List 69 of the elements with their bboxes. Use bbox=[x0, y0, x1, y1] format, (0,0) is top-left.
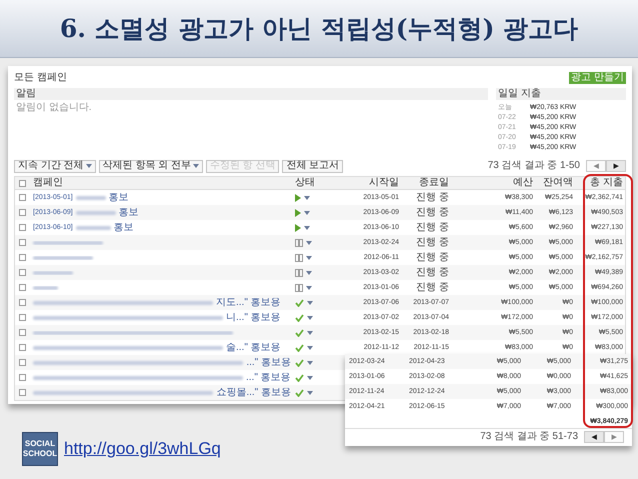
row-checkbox[interactable] bbox=[19, 209, 26, 216]
toolbar-button[interactable]: 전체 보고서 bbox=[282, 160, 344, 172]
section-header: 일일 지출 bbox=[496, 88, 626, 100]
caret-icon bbox=[192, 164, 199, 168]
row-checkbox[interactable] bbox=[19, 194, 26, 201]
table-cell-text: 진행 중 bbox=[415, 192, 450, 202]
caret-icon bbox=[307, 316, 313, 320]
table-cell-text: 진행 중 bbox=[415, 238, 450, 248]
blurred-text bbox=[76, 226, 111, 230]
blurred-text bbox=[33, 240, 103, 244]
table-cell-text: 진행 중 bbox=[415, 208, 450, 218]
row-checkbox[interactable] bbox=[19, 329, 26, 336]
pause-icon bbox=[295, 254, 303, 262]
table-cell-text: 진행 중 bbox=[415, 282, 450, 292]
row-checkbox[interactable] bbox=[19, 269, 26, 276]
row-checkbox[interactable] bbox=[19, 239, 26, 246]
caret-icon bbox=[307, 330, 313, 334]
logo-text: SCHOOL bbox=[22, 449, 58, 459]
result-count: 73 검색 결과 중 51-73 bbox=[480, 432, 578, 442]
column-header[interactable]: 캠페인 bbox=[31, 178, 293, 188]
row-checkbox[interactable] bbox=[19, 359, 26, 366]
page-heading: 모든 캠페인 bbox=[14, 73, 67, 83]
toolbar-button[interactable]: 지속 기간 전체 bbox=[14, 160, 96, 172]
pause-icon bbox=[295, 268, 303, 276]
blurred-text bbox=[33, 286, 58, 290]
caret-icon bbox=[307, 346, 313, 350]
blurred-text bbox=[76, 196, 106, 200]
slide-title: 6. 소멸성 광고가 아닌 적립성(누적형) 광고다 bbox=[60, 12, 578, 45]
toolbar-button[interactable]: 삭제된 항목 외 전부 bbox=[98, 160, 203, 172]
row-checkbox[interactable] bbox=[19, 389, 26, 396]
section-header: 알림 bbox=[14, 88, 488, 100]
logo-text: SOCIAL bbox=[24, 439, 56, 449]
blurred-text bbox=[33, 256, 93, 260]
caret-icon bbox=[304, 210, 310, 214]
blurred-text bbox=[33, 270, 73, 274]
caret-icon bbox=[86, 164, 92, 168]
column-header[interactable]: 시작일 bbox=[349, 178, 401, 188]
notification-message: 알림이 없습니다. bbox=[15, 103, 93, 113]
table-cell-text: 진행 중 bbox=[415, 222, 450, 232]
row-checkbox[interactable] bbox=[19, 314, 26, 321]
result-count: 73 검색 결과 중 1-50 bbox=[488, 161, 580, 171]
row-checkbox[interactable] bbox=[19, 284, 26, 291]
row-checkbox[interactable] bbox=[19, 299, 26, 306]
row-checkbox[interactable] bbox=[19, 374, 26, 381]
caret-icon bbox=[307, 390, 313, 394]
caret-icon bbox=[307, 376, 313, 380]
caret-icon bbox=[307, 300, 313, 304]
blurred-text bbox=[76, 210, 116, 214]
pause-icon bbox=[295, 238, 303, 246]
column-header[interactable]: 상태 bbox=[293, 178, 349, 188]
caret-icon bbox=[306, 256, 312, 260]
caret-icon bbox=[307, 360, 313, 364]
caret-icon bbox=[306, 270, 312, 274]
column-header[interactable]: 예산 bbox=[451, 178, 535, 188]
column-header[interactable]: 잔여액 bbox=[535, 178, 575, 188]
caret-icon bbox=[306, 286, 312, 290]
row-checkbox[interactable] bbox=[19, 254, 26, 261]
row-checkbox[interactable] bbox=[19, 224, 26, 231]
caret-icon bbox=[306, 240, 312, 244]
caret-icon bbox=[304, 226, 310, 230]
table-cell-text: 진행 중 bbox=[415, 268, 450, 278]
table-cell-text: 진행 중 bbox=[415, 252, 450, 262]
pause-icon bbox=[295, 284, 303, 292]
select-all-checkbox[interactable] bbox=[19, 180, 26, 186]
column-header[interactable]: 총 지출 bbox=[575, 178, 625, 188]
link[interactable]: http://goo.gl/3whLGq bbox=[64, 436, 221, 462]
caret-icon bbox=[304, 196, 310, 200]
column-header[interactable]: 종료일 bbox=[401, 178, 451, 188]
row-checkbox[interactable] bbox=[19, 344, 26, 351]
